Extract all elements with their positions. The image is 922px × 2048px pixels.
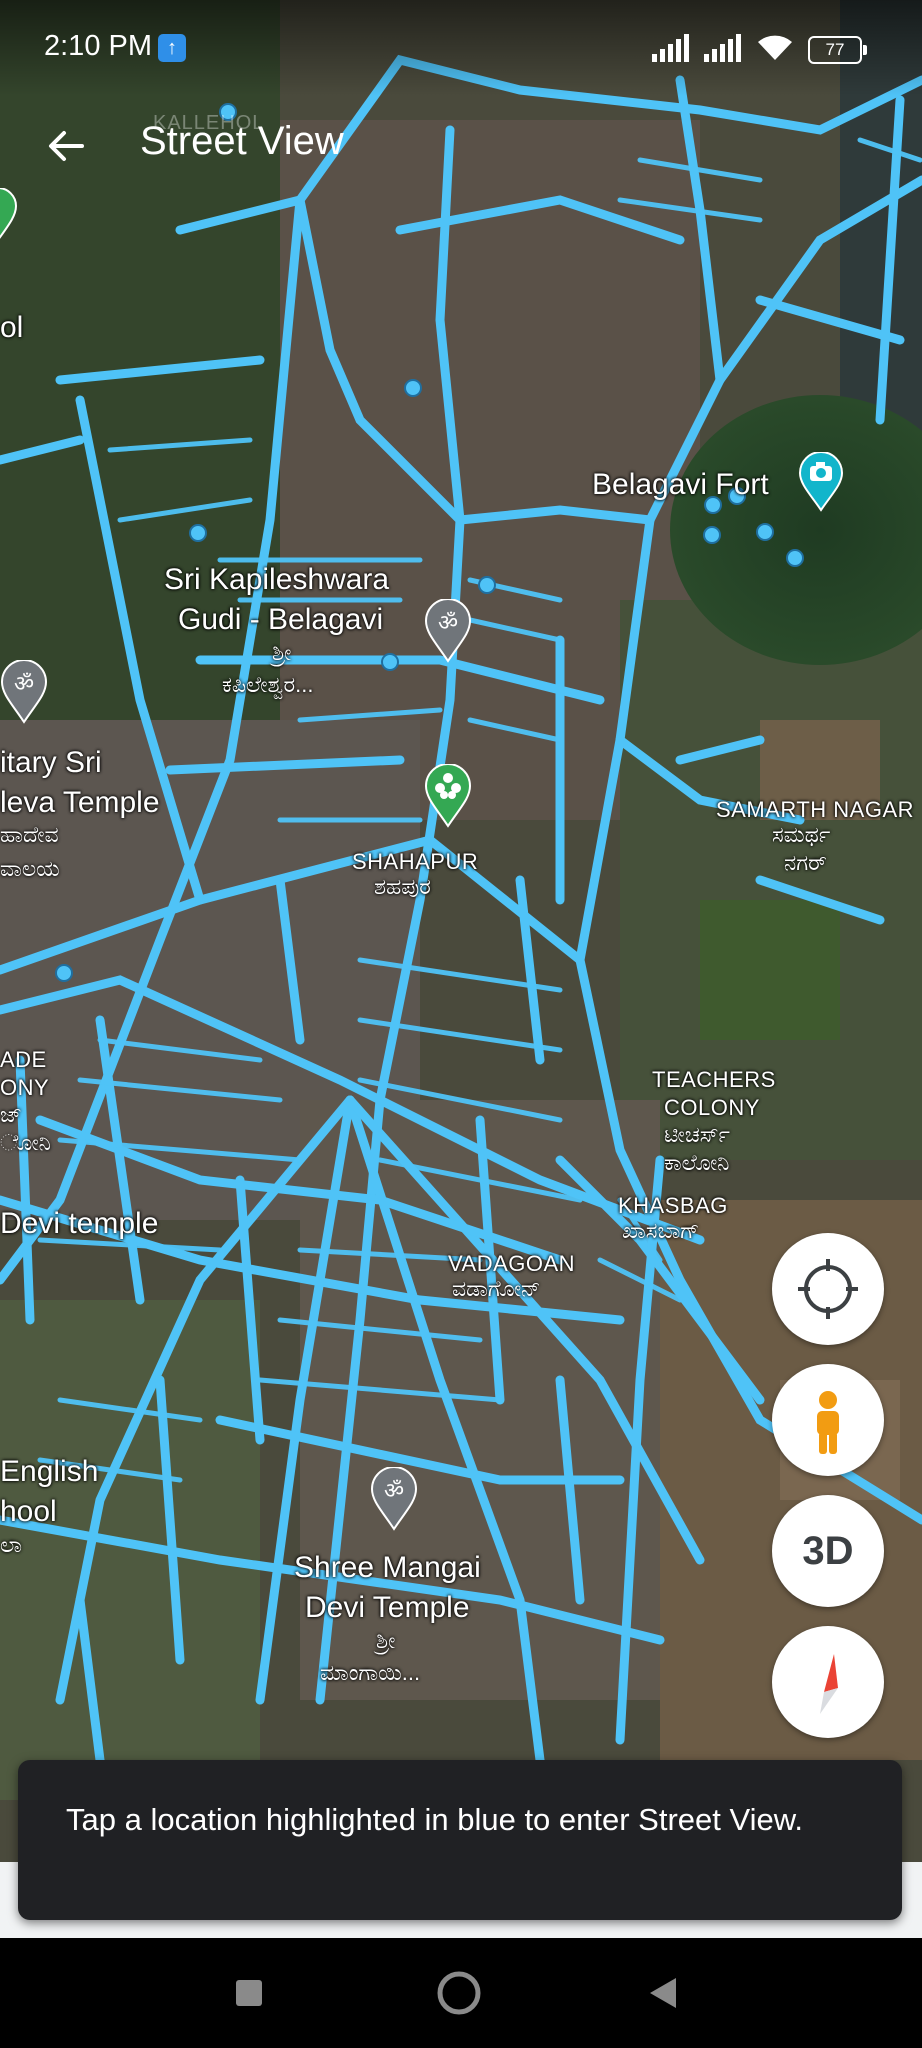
label-english-2: hool (0, 1495, 57, 1528)
om-icon: ॐ (438, 611, 458, 636)
status-bar: 2:10 PM ↑ 77 (0, 0, 922, 96)
label-teachers-kn-1: ಟೀಚರ್ಸ್ (664, 1122, 730, 1147)
label-english-kn: ಲಾ (0, 1532, 23, 1557)
home-icon[interactable] (436, 1970, 482, 2016)
park-pin-shahapur[interactable] (424, 764, 472, 828)
label-shahapur-kn: ಶಹಪುರ (374, 874, 431, 899)
photo-pin-fort[interactable] (798, 452, 844, 512)
street-view-snackbar: Tap a location highlighted in blue to en… (18, 1760, 902, 1920)
label-khasbag-kn: ಖಾಸಬಾಗ್ (622, 1218, 700, 1243)
label-mangai-kn-1: ಶ್ರೀ (376, 1628, 396, 1653)
label-vadagoan-kn: ವಡಾಗೋನ್ (452, 1276, 541, 1301)
system-navigation-bar (0, 1938, 922, 2048)
label-khasbag: KHASBAG (618, 1193, 728, 1218)
om-icon: ॐ (384, 1479, 404, 1504)
battery-icon: 77 (808, 36, 867, 64)
signal-icon (652, 34, 689, 62)
recents-icon[interactable] (234, 1978, 264, 2008)
label-ade-kn-2: ೋನಿ (0, 1130, 51, 1155)
label-mangai-kn-2: ಮಾಂಗಾಯಿ... (320, 1660, 421, 1685)
label-partial-ol: ol (0, 311, 24, 344)
label-military-kn-1: ಹಾದೇವ (0, 822, 59, 847)
temple-pin-military[interactable]: ॐ (0, 660, 48, 724)
signal-icon-2 (704, 34, 741, 62)
label-english-1: English (0, 1455, 99, 1488)
page-title: Street View (140, 119, 344, 163)
om-icon: ॐ (14, 672, 34, 697)
3d-label: 3D (802, 1529, 854, 1573)
label-kapileshwara-kn-1: ಶ್ರೀ (272, 640, 292, 665)
compass-button[interactable] (772, 1626, 884, 1738)
label-devi-temple: Devi temple (0, 1207, 159, 1240)
label-teachers-kn-2: ಕಾಲೋನಿ (664, 1150, 730, 1175)
temple-pin-kapileshwara[interactable]: ॐ (424, 599, 472, 663)
label-teachers-1: TEACHERS (652, 1067, 776, 1092)
back-arrow-icon[interactable] (44, 124, 88, 168)
label-ade-kn-1: ಜ್ (0, 1102, 22, 1127)
my-location-button[interactable] (772, 1233, 884, 1345)
label-kapileshwara-1: Sri Kapileshwara (164, 563, 390, 596)
temple-pin-mangai[interactable]: ॐ (370, 1467, 418, 1531)
wifi-icon (758, 35, 792, 60)
label-kapileshwara-kn-2: ಕಪಿಲೇಶ್ವರ... (222, 672, 314, 697)
label-mangai-2: Devi Temple (305, 1591, 470, 1624)
label-samarth-nagar: SAMARTH NAGAR (716, 797, 915, 822)
label-ade-2: ONY (0, 1075, 50, 1100)
label-samarth-nagar-kn-2: ನಗರ್ (784, 850, 827, 875)
pegman-icon (817, 1391, 839, 1454)
label-mangai-1: Shree Mangai (294, 1551, 481, 1584)
label-military-2: leva Temple (0, 786, 160, 819)
pegman-button[interactable] (772, 1364, 884, 1476)
crosshair-icon (798, 1259, 858, 1319)
label-shahapur: SHAHAPUR (352, 849, 479, 874)
label-kapileshwara-2: Gudi - Belagavi (178, 603, 384, 636)
upload-notification-icon: ↑ (158, 34, 186, 62)
label-teachers-2: COLONY (664, 1095, 760, 1120)
status-time: 2:10 PM (44, 30, 152, 62)
label-belagavi-fort: Belagavi Fort (592, 468, 769, 501)
label-vadagoan: VADAGOAN (448, 1251, 576, 1276)
compass-icon (820, 1654, 838, 1714)
label-military-1: itary Sri (0, 746, 102, 779)
label-military-kn-2: ವಾಲಯ (0, 856, 60, 881)
snackbar-message: Tap a location highlighted in blue to en… (66, 1802, 804, 1837)
park-pin-edge[interactable] (0, 188, 18, 242)
back-nav-icon[interactable] (648, 1976, 678, 2010)
3d-toggle-button[interactable]: 3D (772, 1495, 884, 1607)
label-ade-1: ADE (0, 1047, 47, 1072)
label-samarth-nagar-kn-1: ಸಮರ್ಥ (772, 822, 831, 847)
